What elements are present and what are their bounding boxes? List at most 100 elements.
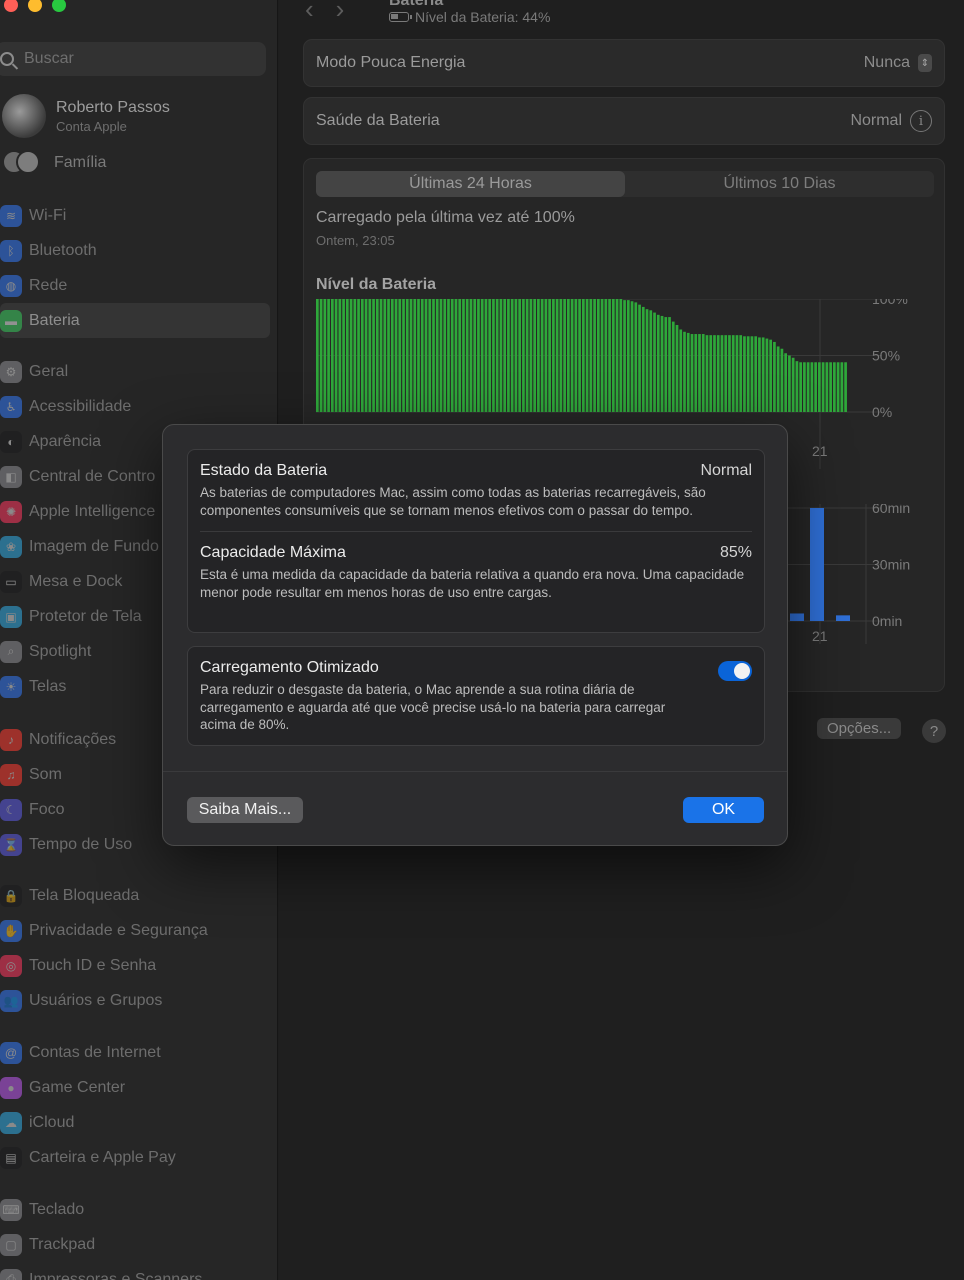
apple-account[interactable]: Roberto Passos Conta Apple [2, 94, 170, 138]
sidebar-item-accessibility[interactable]: ♿ Acessibilidade [0, 389, 270, 424]
battery-level-bar [522, 299, 525, 412]
battery-level-bar [638, 304, 641, 412]
battery-level-bar [349, 299, 353, 412]
sidebar-group: 🔒 Tela Bloqueada ✋ Privacidade e Segurança ◎… [0, 878, 270, 1018]
battery-level-bar [582, 299, 585, 412]
battery-level-bar [619, 299, 623, 412]
sidebar-group: @ Contas de Internet ● Game Center ☁ iCloud ▤ C… [0, 1035, 270, 1175]
tab-last-10-days[interactable]: Últimos 10 Dias [625, 171, 934, 197]
sidebar-item-battery[interactable]: ▬ Bateria [0, 303, 270, 338]
sidebar-item-label: Contas de Internet [29, 1043, 161, 1061]
low-power-value: Nunca [863, 54, 910, 71]
battery-level-bar [473, 299, 477, 412]
max-capacity-description: Esta é uma medida da capacidade da bater… [200, 567, 745, 600]
learn-more-button[interactable]: Saiba Mais... [187, 797, 303, 823]
low-power-label: Modo Pouca Energia [316, 54, 466, 71]
battery-level-bar [450, 299, 454, 412]
battery-level-bar [439, 299, 443, 412]
battery-level-bar [698, 334, 701, 412]
history-nav: ‹› [305, 0, 366, 25]
battery-level-bar [626, 300, 630, 412]
sidebar-item-gear[interactable]: ⚙ Geral [0, 354, 270, 389]
sidebar-item-label: Game Center [29, 1078, 126, 1096]
battery-level-bar [507, 299, 510, 412]
tab-last-24-hours[interactable]: Últimas 24 Horas [316, 171, 625, 197]
health-info-card: Estado da Bateria Normal As baterias de … [187, 449, 765, 633]
optimized-charging-section: Carregamento Otimizado Para reduzir o de… [188, 647, 764, 734]
battery-level-bar [780, 348, 784, 412]
family-item[interactable]: Família [2, 150, 106, 176]
battery-level-bar [555, 299, 559, 412]
usage-bar [836, 615, 850, 621]
sidebar-item-printer[interactable]: ⎙ Impressoras e Scanners [0, 1262, 270, 1280]
options-button[interactable]: Opções... [817, 718, 902, 739]
battery-level-bar [713, 335, 716, 412]
battery-level-bar [656, 314, 660, 412]
minimize-window-button[interactable] [28, 0, 42, 12]
sidebar-item-label: Som [29, 765, 62, 783]
sidebar-item-label: Impressoras e Scanners [29, 1270, 203, 1280]
battery-health-label: Saúde da Bateria [316, 112, 440, 129]
sidebar-item-icloud[interactable]: ☁ iCloud [0, 1105, 270, 1140]
sidebar-item-keyboard[interactable]: ⌨ Teclado [0, 1192, 270, 1227]
battery-level-bar [465, 299, 469, 412]
sidebar-item-label: Touch ID e Senha [29, 956, 157, 974]
battery-state-description: As baterias de computadores Mac, assim c… [200, 485, 706, 518]
battery-health-row: Saúde da Bateria Normal i [303, 97, 945, 145]
help-button[interactable]: ? [922, 719, 946, 743]
search-icon [0, 52, 14, 66]
low-power-row: Modo Pouca Energia Nunca ⇕ [303, 39, 945, 87]
zoom-window-button[interactable] [52, 0, 66, 12]
battery-level-bar [750, 336, 754, 412]
sidebar-item-trackpad[interactable]: ▢ Trackpad [0, 1227, 270, 1262]
sidebar-item-network[interactable]: ◍ Rede [0, 268, 270, 303]
sidebar-item-game-center[interactable]: ● Game Center [0, 1070, 270, 1105]
battery-level-bar [544, 299, 548, 412]
sidebar-item-wallet[interactable]: ▤ Carteira e Apple Pay [0, 1140, 270, 1175]
sidebar-item-bluetooth[interactable]: ᛒ Bluetooth [0, 233, 270, 268]
battery-level-bar [720, 335, 724, 412]
search-field[interactable] [0, 42, 266, 76]
sidebar-item-lock[interactable]: 🔒 Tela Bloqueada [0, 878, 270, 913]
battery-level-bar [716, 335, 720, 412]
battery-level-bar [338, 299, 342, 412]
sidebar-item-privacy[interactable]: ✋ Privacidade e Segurança [0, 913, 270, 948]
battery-level-bar [769, 339, 773, 412]
sidebar-item-users[interactable]: 👥 Usuários e Grupos [0, 983, 270, 1018]
low-power-popup[interactable]: Nunca ⇕ [864, 54, 932, 72]
battery-level-bar [394, 299, 398, 412]
battery-level-bar [844, 362, 847, 412]
battery-level-bar [735, 335, 739, 412]
optimized-charging-toggle[interactable] [718, 661, 752, 681]
sidebar-item-touch-id[interactable]: ◎ Touch ID e Senha [0, 948, 270, 983]
battery-level-bar [664, 317, 668, 412]
search-input[interactable] [24, 50, 244, 68]
battery-level-bar [563, 299, 566, 412]
battery-level-bar [679, 329, 683, 412]
forward-button[interactable]: › [336, 0, 367, 24]
sidebar-item-internet-accounts[interactable]: @ Contas de Internet [0, 1035, 270, 1070]
battery-level-bar [357, 299, 360, 412]
printer-icon: ⎙ [0, 1268, 22, 1280]
sidebar-item-label: Central de Contro [29, 467, 156, 485]
battery-level-bar [319, 299, 323, 412]
battery-level-bar [645, 309, 649, 412]
battery-level-bar [454, 299, 458, 412]
dock-icon: ▭ [0, 570, 22, 593]
battery-level-bar [724, 335, 728, 412]
back-button[interactable]: ‹ [305, 0, 336, 24]
sidebar-item-wifi[interactable]: ≋ Wi-Fi [0, 198, 270, 233]
game-center-icon: ● [0, 1076, 22, 1099]
battery-level-bar [503, 299, 507, 412]
divider [163, 771, 787, 772]
battery-level-bar [694, 334, 698, 412]
sidebar-item-label: Tela Bloqueada [29, 886, 140, 904]
battery-level-bar [334, 299, 338, 412]
optimized-charging-description: Para reduzir o desgaste da bateria, o Ma… [200, 682, 666, 732]
battery-level-bar [570, 299, 574, 412]
appearance-icon: ◐ [0, 430, 22, 453]
ok-button[interactable]: OK [683, 797, 764, 823]
info-icon[interactable]: i [910, 110, 932, 132]
close-window-button[interactable] [4, 0, 18, 12]
keyboard-icon: ⌨ [0, 1198, 22, 1221]
